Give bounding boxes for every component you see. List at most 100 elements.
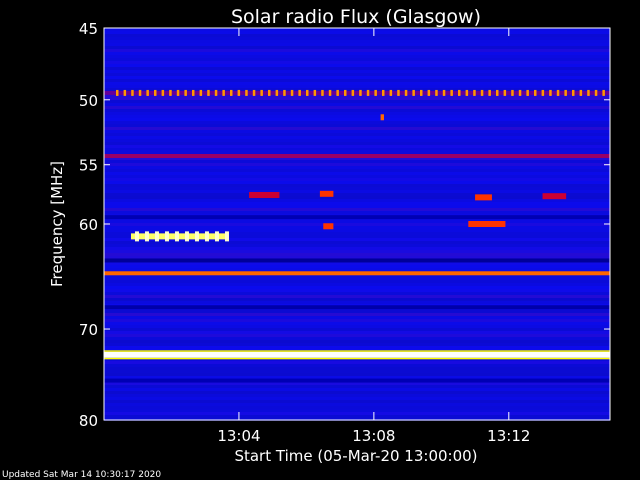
band-spike	[397, 89, 400, 96]
background-row	[104, 166, 610, 169]
background-row	[104, 388, 610, 391]
band-spike	[207, 89, 210, 96]
background-row	[104, 283, 610, 286]
background-row	[104, 319, 610, 322]
background-row	[104, 391, 610, 394]
background-row	[104, 301, 610, 304]
band-spike	[131, 89, 134, 96]
background-row	[104, 172, 610, 175]
background-row	[104, 184, 610, 187]
band-spike	[427, 89, 431, 96]
band-spike	[161, 89, 165, 96]
background-row	[104, 85, 610, 88]
frequency-band	[104, 351, 610, 358]
band-spike	[382, 89, 385, 96]
background-row	[104, 106, 610, 109]
burst-peak	[184, 231, 189, 242]
band-spike	[176, 89, 180, 96]
band-spike	[412, 89, 415, 96]
background-row	[104, 295, 610, 298]
band-spike	[260, 89, 263, 96]
background-row	[104, 82, 610, 85]
band-spike	[268, 89, 271, 96]
burst-peak	[164, 231, 169, 242]
burst-peak	[224, 231, 229, 242]
band-spike	[116, 89, 119, 96]
background-row	[104, 169, 610, 172]
burst-peak	[204, 231, 209, 242]
background-row	[104, 139, 610, 142]
background-row	[104, 208, 610, 211]
updated-timestamp: Updated Sat Mar 14 10:30:17 2020	[2, 470, 161, 480]
band-spike	[283, 89, 286, 96]
background-row	[104, 394, 610, 397]
band-spike	[344, 89, 347, 96]
background-row	[104, 277, 610, 280]
background-row	[104, 268, 610, 271]
background-row	[104, 406, 610, 409]
background-row	[104, 61, 610, 64]
background-row	[104, 400, 610, 403]
band-spike	[480, 89, 484, 96]
background-row	[104, 79, 610, 82]
background-row	[104, 409, 610, 412]
band-spike	[184, 89, 187, 96]
band-spike	[404, 89, 408, 96]
band-spike	[458, 89, 461, 96]
band-spike	[237, 89, 241, 96]
band-spike	[290, 89, 294, 96]
band-spike	[488, 89, 491, 96]
background-row	[104, 229, 610, 232]
background-row	[104, 298, 610, 301]
radio-burst	[380, 114, 384, 121]
background-row	[104, 292, 610, 295]
band-spike	[602, 89, 605, 96]
y-tick-label: 55	[79, 157, 98, 175]
frequency-band	[104, 153, 610, 158]
x-tick-label: 13:08	[352, 427, 395, 445]
background-row	[104, 133, 610, 136]
background-row	[104, 370, 610, 373]
background-row	[104, 253, 610, 256]
background-row	[104, 364, 610, 367]
band-spike	[154, 89, 157, 96]
band-spike	[389, 89, 393, 96]
band-spike	[169, 89, 172, 96]
background-row	[104, 118, 610, 121]
background-row	[104, 187, 610, 190]
background-row	[104, 112, 610, 115]
frequency-band	[104, 271, 610, 276]
background-row	[104, 100, 610, 103]
band-spike	[222, 89, 225, 96]
background-row	[104, 136, 610, 139]
background-row	[104, 142, 610, 145]
background-row	[104, 325, 610, 328]
band-glow	[104, 350, 610, 352]
y-tick-label: 50	[79, 92, 98, 110]
background-row	[104, 160, 610, 163]
frequency-band	[104, 215, 610, 220]
background-row	[104, 367, 610, 370]
burst-peak	[194, 231, 199, 242]
background-row	[104, 385, 610, 388]
background-row	[104, 361, 610, 364]
background-row	[104, 244, 610, 247]
band-spike	[572, 89, 575, 96]
background-row	[104, 286, 610, 289]
background-row	[104, 52, 610, 55]
x-tick-label: 13:04	[217, 427, 260, 445]
spectrogram-chart: Solar radio Flux (Glasgow) 455055607080 …	[2, 6, 611, 480]
background-row	[104, 226, 610, 229]
background-row	[104, 376, 610, 379]
band-spike	[146, 89, 149, 96]
background-row	[104, 373, 610, 376]
band-spike	[252, 89, 256, 96]
background-row	[104, 73, 610, 76]
band-spike	[138, 89, 142, 96]
band-spike	[511, 89, 514, 96]
band-spike	[199, 89, 203, 96]
background-row	[104, 193, 610, 196]
background-row	[104, 190, 610, 193]
band-spike	[503, 89, 507, 96]
band-spike	[366, 89, 370, 96]
